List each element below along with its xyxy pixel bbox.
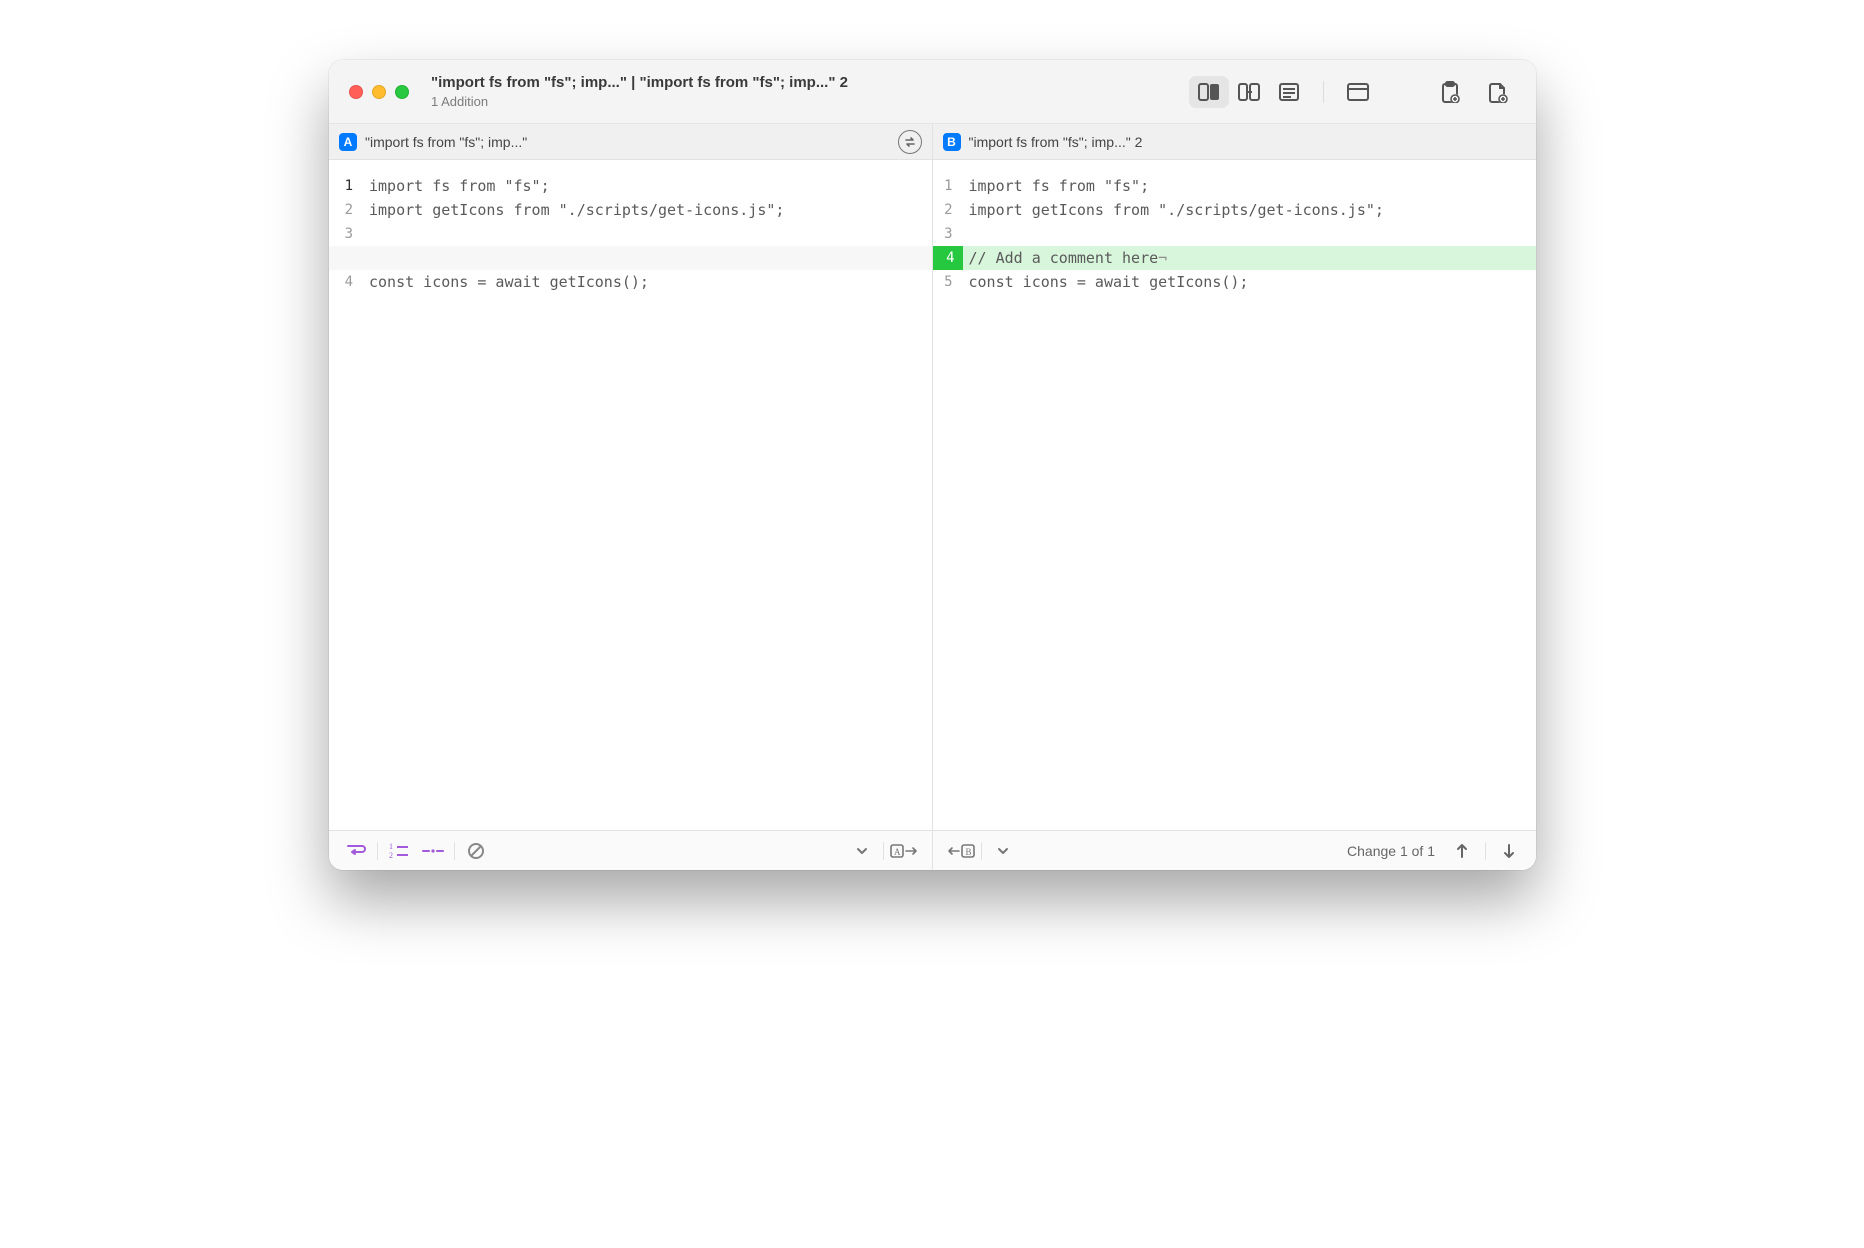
invisibles-button[interactable] bbox=[416, 837, 450, 865]
code-line[interactable]: 4const icons = await getIcons(); bbox=[329, 270, 932, 294]
merge-view-icon bbox=[1238, 83, 1260, 101]
unified-view-button[interactable] bbox=[1269, 76, 1309, 108]
code-line[interactable]: 1import fs from "fs"; bbox=[933, 174, 1537, 198]
code-line[interactable]: 3 bbox=[329, 222, 932, 246]
svg-text:1: 1 bbox=[389, 843, 393, 851]
no-icon bbox=[467, 842, 485, 860]
swap-sides-button[interactable] bbox=[898, 130, 922, 154]
file-tabs: A "import fs from "fs"; imp..." B "impor… bbox=[329, 124, 1536, 160]
code-text: const icons = await getIcons(); bbox=[963, 270, 1537, 294]
diff-window: "import fs from "fs"; imp..." | "import … bbox=[329, 60, 1536, 870]
svg-text:A: A bbox=[894, 847, 901, 857]
minimize-icon[interactable] bbox=[372, 85, 386, 99]
svg-text:2: 2 bbox=[389, 851, 393, 859]
statusbar: 1 2 bbox=[329, 830, 1536, 870]
badge-b: B bbox=[943, 133, 961, 151]
swap-icon bbox=[903, 135, 917, 149]
code-line[interactable]: 1import fs from "fs"; bbox=[329, 174, 932, 198]
line-numbers-icon: 1 2 bbox=[389, 843, 409, 859]
diff-content: 1import fs from "fs";2import getIcons fr… bbox=[329, 160, 1536, 830]
wrap-icon bbox=[346, 843, 366, 859]
window-controls bbox=[349, 85, 409, 99]
merge-view-button[interactable] bbox=[1229, 76, 1269, 108]
tab-b-label: "import fs from "fs"; imp..." 2 bbox=[969, 134, 1143, 150]
tab-b[interactable]: B "import fs from "fs"; imp..." 2 bbox=[933, 124, 1537, 159]
badge-a: A bbox=[339, 133, 357, 151]
b-to-left-icon: B bbox=[945, 843, 975, 859]
code-text: import fs from "fs"; bbox=[363, 174, 932, 198]
code-line[interactable]: 2import getIcons from "./scripts/get-ico… bbox=[329, 198, 932, 222]
chevron-down-icon bbox=[996, 844, 1010, 858]
tab-a[interactable]: A "import fs from "fs"; imp..." bbox=[329, 124, 933, 159]
line-number: 4 bbox=[933, 246, 963, 270]
unified-view-icon bbox=[1279, 83, 1299, 101]
prev-change-button[interactable] bbox=[1445, 837, 1479, 865]
line-number: 5 bbox=[933, 270, 963, 294]
copy-to-clipboard-button[interactable] bbox=[1430, 76, 1470, 108]
copy-a-to-b-button[interactable]: A bbox=[888, 837, 922, 865]
titlebar: "import fs from "fs"; imp..." | "import … bbox=[329, 60, 1536, 124]
line-number: 2 bbox=[933, 198, 963, 222]
toolbar bbox=[1189, 76, 1518, 108]
dropdown-a-button[interactable] bbox=[845, 837, 879, 865]
code-text: import getIcons from "./scripts/get-icon… bbox=[363, 198, 932, 222]
line-number: 2 bbox=[329, 198, 363, 222]
right-pane[interactable]: 1import fs from "fs";2import getIcons fr… bbox=[933, 160, 1537, 830]
code-line[interactable]: 2import getIcons from "./scripts/get-ico… bbox=[933, 198, 1537, 222]
arrow-up-icon bbox=[1455, 843, 1469, 859]
arrow-down-icon bbox=[1502, 843, 1516, 859]
copy-b-to-a-button[interactable]: B bbox=[943, 837, 977, 865]
line-numbers-button[interactable]: 1 2 bbox=[382, 837, 416, 865]
dropdown-b-button[interactable] bbox=[986, 837, 1020, 865]
side-by-side-icon bbox=[1198, 83, 1220, 101]
side-by-side-view-button[interactable] bbox=[1189, 76, 1229, 108]
code-line[interactable]: 5const icons = await getIcons(); bbox=[933, 270, 1537, 294]
window-subtitle: 1 Addition bbox=[431, 94, 848, 110]
code-text: const icons = await getIcons(); bbox=[363, 270, 932, 294]
filters-button[interactable] bbox=[459, 837, 493, 865]
close-icon[interactable] bbox=[349, 85, 363, 99]
zoom-icon[interactable] bbox=[395, 85, 409, 99]
chevron-down-icon bbox=[855, 844, 869, 858]
line-number: 4 bbox=[329, 270, 363, 294]
code-text: // Add a comment here¬ bbox=[963, 246, 1537, 270]
clipboard-plus-icon bbox=[1440, 81, 1460, 103]
change-status: Change 1 of 1 bbox=[1347, 843, 1435, 859]
line-number: 3 bbox=[933, 222, 963, 246]
left-pane[interactable]: 1import fs from "fs";2import getIcons fr… bbox=[329, 160, 933, 830]
code-line[interactable] bbox=[329, 246, 932, 270]
code-line[interactable]: 4// Add a comment here¬ bbox=[933, 246, 1537, 270]
invisibles-icon bbox=[422, 846, 444, 856]
tab-a-label: "import fs from "fs"; imp..." bbox=[365, 134, 527, 150]
code-text: import getIcons from "./scripts/get-icon… bbox=[963, 198, 1537, 222]
wrap-lines-button[interactable] bbox=[339, 837, 373, 865]
window-mode-button[interactable] bbox=[1338, 76, 1378, 108]
window-icon bbox=[1347, 83, 1369, 101]
code-line[interactable]: 3 bbox=[933, 222, 1537, 246]
window-title: "import fs from "fs"; imp..." | "import … bbox=[431, 74, 848, 92]
line-number: 1 bbox=[933, 174, 963, 198]
line-number: 1 bbox=[329, 174, 363, 198]
file-plus-icon bbox=[1488, 81, 1508, 103]
save-file-button[interactable] bbox=[1478, 76, 1518, 108]
next-change-button[interactable] bbox=[1492, 837, 1526, 865]
line-number: 3 bbox=[329, 222, 363, 246]
a-to-right-icon: A bbox=[890, 843, 920, 859]
code-text: import fs from "fs"; bbox=[963, 174, 1537, 198]
svg-text:B: B bbox=[965, 847, 971, 857]
